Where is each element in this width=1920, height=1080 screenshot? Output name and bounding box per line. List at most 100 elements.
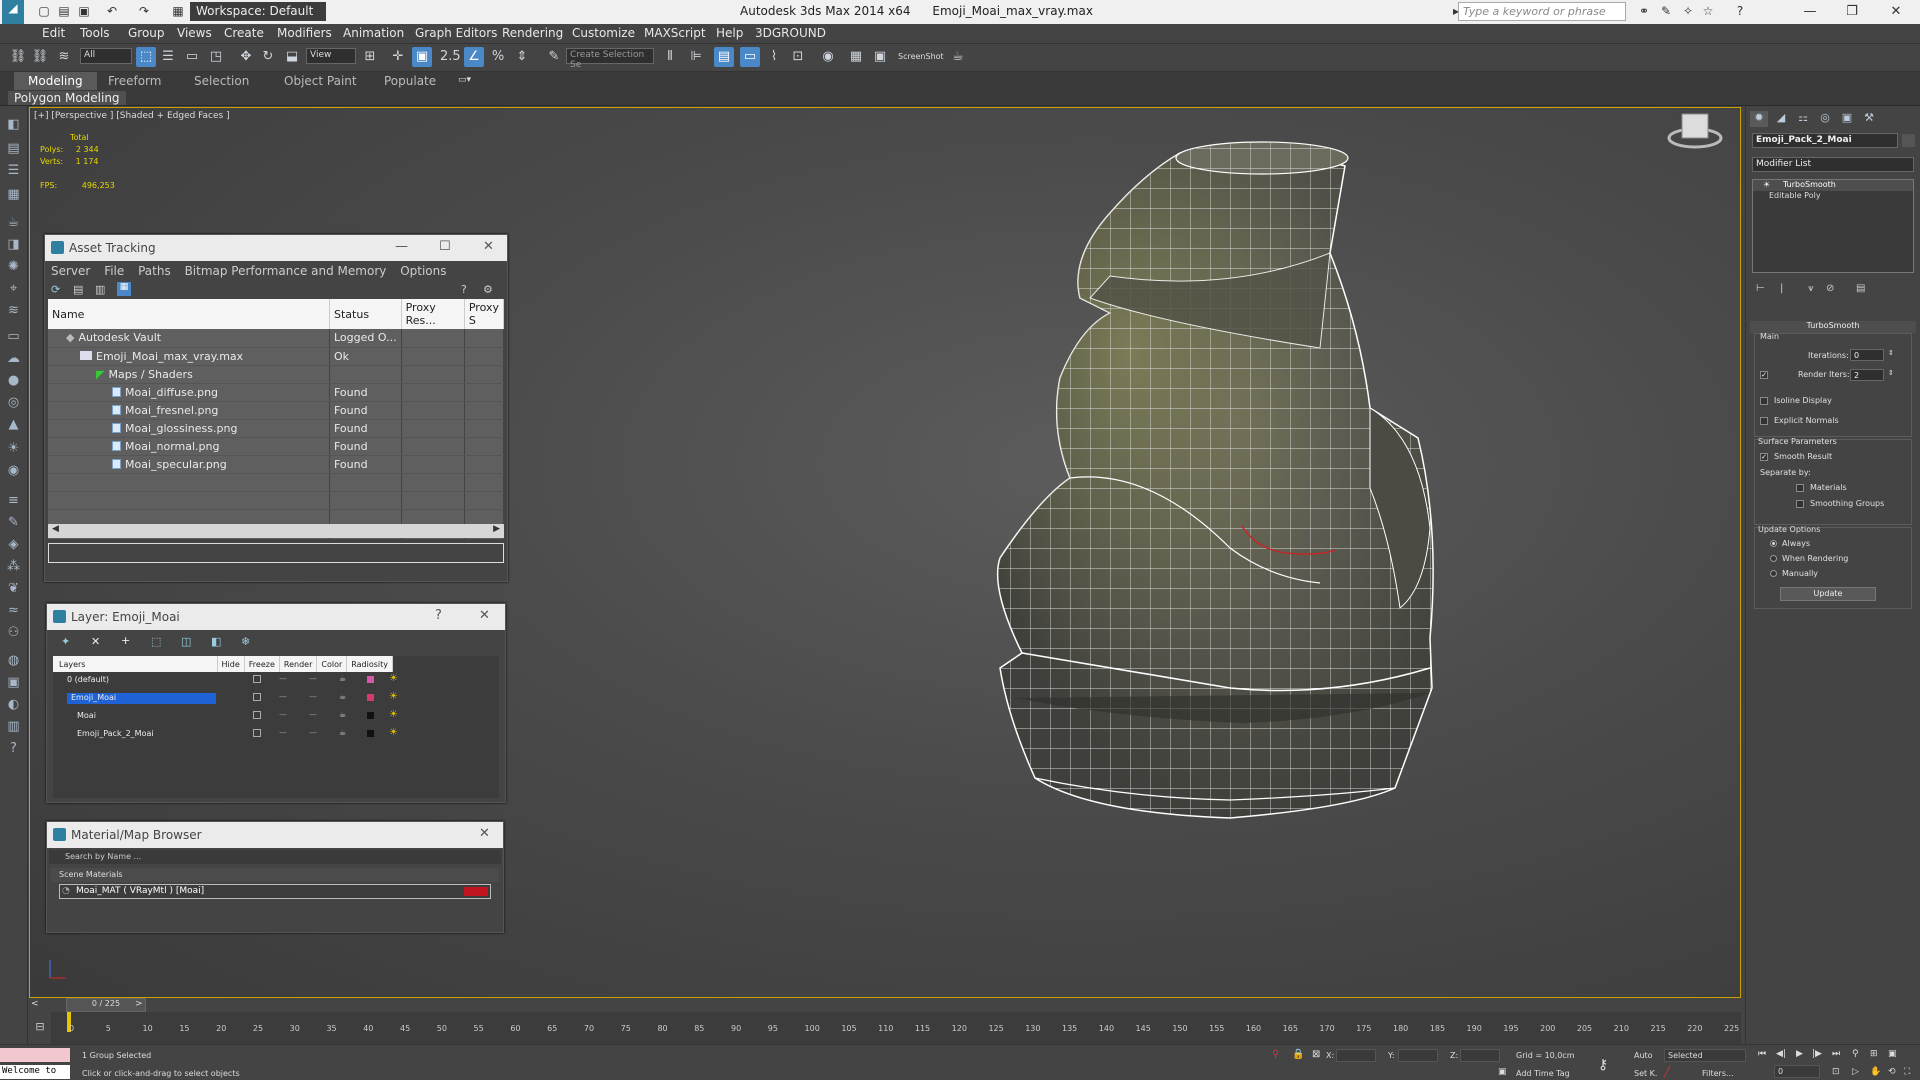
modify-tab-icon[interactable]: ◢ bbox=[1772, 111, 1790, 127]
spinner-snap-icon[interactable]: ⇕ bbox=[512, 47, 532, 67]
hide-all-icon[interactable]: ◧ bbox=[211, 635, 221, 648]
light-icon[interactable]: ✺ bbox=[5, 258, 22, 275]
spinner-arrows-icon[interactable]: ⇕ bbox=[1888, 349, 1894, 357]
configure-sets-icon[interactable]: ▤ bbox=[1856, 283, 1865, 294]
freeze-all-icon[interactable]: ❄ bbox=[241, 635, 250, 648]
help-icon[interactable]: ? bbox=[1732, 3, 1748, 19]
set-key-button[interactable]: Set K. bbox=[1634, 1069, 1657, 1078]
play-icon[interactable]: ▶ bbox=[1796, 1049, 1803, 1059]
col-name[interactable]: Name bbox=[48, 299, 330, 329]
render-setup-icon[interactable]: ▦ bbox=[846, 47, 866, 67]
edit-named-selection-icon[interactable]: ✎ bbox=[544, 47, 564, 67]
maxscript-listener[interactable]: Welcome to bbox=[0, 1065, 70, 1079]
modifier-stack[interactable]: ☀ TurboSmooth Editable Poly bbox=[1752, 179, 1914, 273]
col-proxy-s[interactable]: Proxy S bbox=[464, 299, 504, 329]
hierarchy-tab-icon[interactable]: ⚏ bbox=[1794, 111, 1812, 127]
radiosity-icon[interactable]: ☀ bbox=[389, 727, 398, 738]
snaps-toggle-icon[interactable]: 2.5 bbox=[440, 47, 461, 67]
pan-icon[interactable]: ✋ bbox=[1870, 1067, 1881, 1077]
object-color-swatch[interactable] bbox=[1902, 134, 1915, 147]
asset-table[interactable]: Name Status Proxy Res... Proxy S ◆ Autode… bbox=[48, 299, 504, 539]
next-key-icon[interactable]: |▶ bbox=[1812, 1049, 1822, 1059]
cloth-icon[interactable]: ◈ bbox=[5, 536, 22, 553]
list-icon[interactable]: ▦ bbox=[5, 186, 22, 203]
layer-color-swatch[interactable] bbox=[367, 730, 374, 737]
save-file-icon[interactable]: ▣ bbox=[76, 3, 92, 19]
app-logo-icon[interactable]: ◢ bbox=[2, 0, 24, 24]
hide-toggle[interactable]: — bbox=[279, 674, 287, 683]
unlink-icon[interactable]: ⛓ bbox=[30, 47, 50, 67]
go-to-start-icon[interactable]: ⏮ bbox=[1758, 1049, 1766, 1059]
time-tag-icon[interactable]: ▣ bbox=[1498, 1067, 1507, 1077]
menu-paths[interactable]: Paths bbox=[138, 264, 171, 278]
mirror-icon[interactable]: ⫴ bbox=[660, 47, 680, 67]
menu-views[interactable]: Views bbox=[177, 26, 212, 40]
sky-icon[interactable]: ☁ bbox=[5, 350, 22, 367]
freeze-toggle[interactable]: — bbox=[309, 674, 317, 683]
menu-modifiers[interactable]: Modifiers bbox=[277, 26, 332, 40]
iterations-spinner[interactable]: 0 bbox=[1850, 349, 1884, 361]
time-slider[interactable]: < 0 / 225 > bbox=[29, 998, 1741, 1012]
hide-toggle[interactable]: — bbox=[279, 728, 287, 737]
reference-coordinate-dropdown[interactable]: View bbox=[306, 48, 356, 64]
horizontal-scrollbar[interactable]: ◀ ▶ bbox=[48, 524, 504, 538]
radiosity-icon[interactable]: ☀ bbox=[389, 709, 398, 720]
render-iters-spinner[interactable]: 2 bbox=[1850, 369, 1884, 381]
screenshot-label[interactable]: ScreenShot bbox=[898, 52, 944, 61]
hide-toggle[interactable]: — bbox=[279, 692, 287, 701]
table-row[interactable]: Moai_specular.png Found bbox=[48, 455, 504, 474]
refresh-icon[interactable]: ⟳ bbox=[51, 283, 60, 296]
select-object-icon[interactable]: ⬚ bbox=[136, 47, 156, 67]
sunlight-icon[interactable]: ◉ bbox=[5, 462, 22, 479]
scene-materials-header[interactable]: Scene Materials bbox=[51, 868, 499, 882]
scroll-right-icon[interactable]: ▶ bbox=[493, 524, 500, 534]
layer-row[interactable]: Emoji_Pack_2_Moai — — ☕ ☀ bbox=[53, 726, 398, 744]
align-icon[interactable]: ⊫ bbox=[686, 47, 706, 67]
tree-view-icon[interactable]: ▥ bbox=[95, 283, 105, 296]
modifier-list-dropdown[interactable]: Modifier List bbox=[1752, 157, 1914, 172]
perspective-viewport[interactable]: [+] [Perspective ] [Shaded + Edged Faces… bbox=[29, 107, 1741, 998]
col-freeze[interactable]: Freeze bbox=[244, 656, 280, 672]
explicit-normals-checkbox[interactable] bbox=[1760, 417, 1768, 425]
time-slider-handle[interactable]: 0 / 225 bbox=[66, 998, 146, 1012]
layer-color-swatch[interactable] bbox=[367, 676, 374, 683]
layer-dialog-titlebar[interactable]: Layer: Emoji_Moai ? ✕ bbox=[47, 604, 505, 630]
list-view-icon[interactable]: ▤ bbox=[73, 283, 83, 296]
create-tab-icon[interactable]: ✹ bbox=[1750, 111, 1768, 127]
absolute-mode-icon[interactable]: ⊠ bbox=[1312, 1049, 1320, 1060]
undo-icon[interactable]: ↶ bbox=[104, 3, 120, 19]
current-layer-indicator[interactable] bbox=[253, 675, 261, 683]
polygon-modeling-label[interactable]: Polygon Modeling bbox=[8, 91, 126, 105]
freeze-toggle[interactable]: — bbox=[309, 710, 317, 719]
manually-radio[interactable] bbox=[1770, 570, 1777, 577]
zoom-icon[interactable]: ⚲ bbox=[1852, 1049, 1859, 1059]
project-folder-icon[interactable]: ▦ bbox=[170, 3, 186, 19]
menu-rendering[interactable]: Rendering bbox=[502, 26, 563, 40]
table-row[interactable]: Moai_fresnel.png Found bbox=[48, 401, 504, 420]
table-row[interactable]: ◤ Maps / Shaders bbox=[48, 365, 504, 384]
close-icon[interactable]: ✕ bbox=[479, 826, 490, 841]
col-layers[interactable]: Layers bbox=[53, 656, 218, 672]
hide-toggle[interactable]: — bbox=[279, 710, 287, 719]
tab-populate[interactable]: Populate bbox=[370, 72, 450, 90]
table-row[interactable]: Moai_normal.png Found bbox=[48, 437, 504, 456]
menu-graph-editors[interactable]: Graph Editors bbox=[415, 26, 497, 40]
select-layer-icon[interactable]: ⬚ bbox=[151, 635, 161, 648]
tab-freeform[interactable]: Freeform bbox=[94, 72, 175, 90]
material-search-input[interactable]: Search by Name ... bbox=[49, 850, 501, 864]
sphere-icon[interactable]: ● bbox=[5, 372, 22, 389]
zoom-all-icon[interactable]: ⊞ bbox=[1870, 1049, 1878, 1059]
material-editor-icon[interactable]: ◉ bbox=[818, 47, 838, 67]
layer-row[interactable]: 0 (default) — — ☕ ☀ bbox=[53, 672, 398, 690]
motion-tab-icon[interactable]: ◎ bbox=[1816, 111, 1834, 127]
menu-options[interactable]: Options bbox=[400, 264, 446, 278]
col-color[interactable]: Color bbox=[316, 656, 348, 672]
render-teapot-icon[interactable]: ☕ bbox=[339, 710, 346, 719]
render-teapot-icon[interactable]: ☕ bbox=[339, 728, 346, 737]
menu-server[interactable]: Server bbox=[51, 264, 90, 278]
tab-selection[interactable]: Selection bbox=[180, 72, 263, 90]
globe-icon[interactable]: ◍ bbox=[5, 652, 22, 669]
make-unique-icon[interactable]: ⩛ bbox=[1808, 283, 1814, 294]
layer-table[interactable]: Layers Hide Freeze Render Color Radiosit… bbox=[53, 656, 499, 798]
col-hide[interactable]: Hide bbox=[217, 656, 245, 672]
